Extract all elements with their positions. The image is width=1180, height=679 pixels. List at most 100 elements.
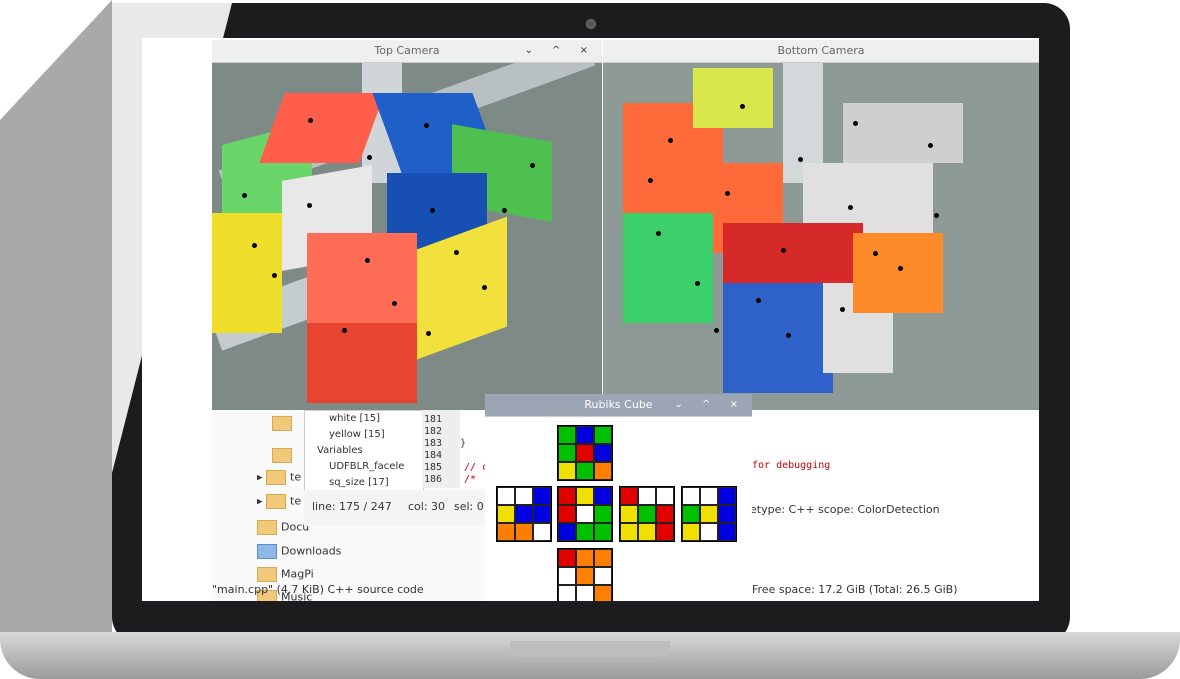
cube-sticker: [718, 523, 736, 541]
cube-sticker: [594, 487, 612, 505]
bottom-camera-view: [603, 63, 1039, 410]
bottom-camera-title: Bottom Camera: [777, 44, 865, 57]
symbol-item[interactable]: sq_size [17]: [329, 477, 389, 488]
cube-face-up: [557, 425, 613, 481]
cube-sticker: [594, 444, 612, 462]
cube-sticker: [558, 567, 576, 585]
cube-sticker: [682, 505, 700, 523]
cube-sticker: [533, 505, 551, 523]
cube-face-down: [557, 548, 613, 601]
code-area-right[interactable]: for debugging: [752, 410, 952, 480]
cube-sticker: [594, 462, 612, 480]
laptop-shadow: [0, 0, 112, 632]
col-status: col: 30: [408, 500, 446, 513]
cube-sticker: [620, 523, 638, 541]
window-controls[interactable]: ⌄ ^ ×: [525, 40, 597, 62]
cube-sticker: [576, 444, 594, 462]
cube-sticker: [594, 567, 612, 585]
cube-sticker: [656, 487, 674, 505]
webcam-icon: [586, 19, 596, 29]
top-camera-view: [212, 63, 602, 410]
cube-sticker: [594, 426, 612, 444]
cube-sticker: [700, 505, 718, 523]
file-info-status: "main.cpp" (4.7 KiB) C++ source code: [212, 583, 424, 596]
filetype-status: etype: C++: [750, 503, 815, 516]
folder-icon: [266, 470, 287, 485]
cube-sticker: [515, 505, 533, 523]
cube-sticker: [515, 487, 533, 505]
cube-sticker: [558, 487, 576, 505]
cube-sticker: [558, 462, 576, 480]
symbol-item[interactable]: yellow [15]: [329, 429, 385, 440]
folder-icon: [257, 520, 277, 535]
cube-sticker: [558, 426, 576, 444]
file-item[interactable]: ▸ te: [257, 494, 301, 509]
screen: Top Camera ⌄ ^ × Bottom Camera ▸ te ▸ te…: [142, 38, 1039, 601]
cube-sticker: [638, 487, 656, 505]
cube-sticker: [594, 505, 612, 523]
sel-status: sel: 0: [454, 500, 484, 513]
cube-sticker: [497, 523, 515, 541]
cube-face-front: [557, 486, 613, 542]
cube-sticker: [620, 505, 638, 523]
symbols-panel: white [15] yellow [15] Variables UDFBLR_…: [304, 410, 424, 492]
cube-sticker: [594, 549, 612, 567]
cube-sticker: [576, 585, 594, 601]
cube-sticker: [700, 523, 718, 541]
rubiks-titlebar[interactable]: Rubiks Cube ⌄ ^ ×: [485, 394, 752, 417]
line-gutter: 181 182 183 184 185 186: [422, 410, 460, 488]
bottom-camera-titlebar[interactable]: Bottom Camera: [603, 40, 1039, 63]
cube-sticker: [718, 505, 736, 523]
cube-sticker: [656, 523, 674, 541]
symbol-item[interactable]: white [15]: [329, 413, 380, 424]
cube-sticker: [558, 523, 576, 541]
file-item[interactable]: Downloads: [257, 544, 341, 559]
cube-sticker: [533, 523, 551, 541]
cube-sticker: [594, 585, 612, 601]
rubiks-canvas: [485, 417, 752, 601]
top-camera-title: Top Camera: [374, 44, 440, 57]
cube-sticker: [576, 426, 594, 444]
cube-sticker: [558, 549, 576, 567]
cube-sticker: [533, 487, 551, 505]
cube-sticker: [638, 505, 656, 523]
rubiks-title: Rubiks Cube: [584, 398, 653, 411]
cube-sticker: [558, 505, 576, 523]
cube-sticker: [497, 505, 515, 523]
cube-sticker: [638, 523, 656, 541]
download-icon: [257, 544, 277, 559]
line-status: line: 175 / 247: [312, 500, 392, 513]
cube-sticker: [718, 487, 736, 505]
symbol-item[interactable]: Variables: [317, 445, 363, 456]
file-item[interactable]: MagPi: [257, 567, 314, 582]
cube-sticker: [576, 487, 594, 505]
status-bar-left: line: 175 / 247 col: 30 sel: 0: [304, 490, 490, 526]
cube-sticker: [576, 567, 594, 585]
folder-icon: [272, 448, 292, 463]
symbol-item[interactable]: UDFBLR_facele: [329, 461, 404, 472]
cube-face-left: [496, 486, 552, 542]
file-item[interactable]: [272, 448, 296, 463]
top-camera-titlebar[interactable]: Top Camera ⌄ ^ ×: [212, 40, 602, 63]
free-space-status: Free space: 17.2 GiB (Total: 26.5 GiB): [752, 583, 958, 596]
cube-sticker: [620, 487, 638, 505]
window-controls[interactable]: ⌄ ^ ×: [675, 394, 747, 416]
cube-sticker: [576, 505, 594, 523]
cube-sticker: [576, 549, 594, 567]
cube-sticker: [594, 523, 612, 541]
cube-sticker: [558, 585, 576, 601]
folder-icon: [266, 494, 287, 509]
file-item[interactable]: Docu: [257, 520, 309, 535]
cube-sticker: [515, 523, 533, 541]
cube-sticker: [700, 487, 718, 505]
laptop-notch: [510, 641, 670, 657]
folder-icon: [257, 567, 277, 582]
cube-sticker: [656, 505, 674, 523]
scope-status: scope: ColorDetection: [818, 503, 940, 516]
file-item[interactable]: ▸ te: [257, 470, 301, 485]
cube-sticker: [558, 444, 576, 462]
folder-icon: [272, 416, 292, 431]
cube-sticker: [497, 487, 515, 505]
cube-sticker: [576, 523, 594, 541]
cube-face-back: [681, 486, 737, 542]
